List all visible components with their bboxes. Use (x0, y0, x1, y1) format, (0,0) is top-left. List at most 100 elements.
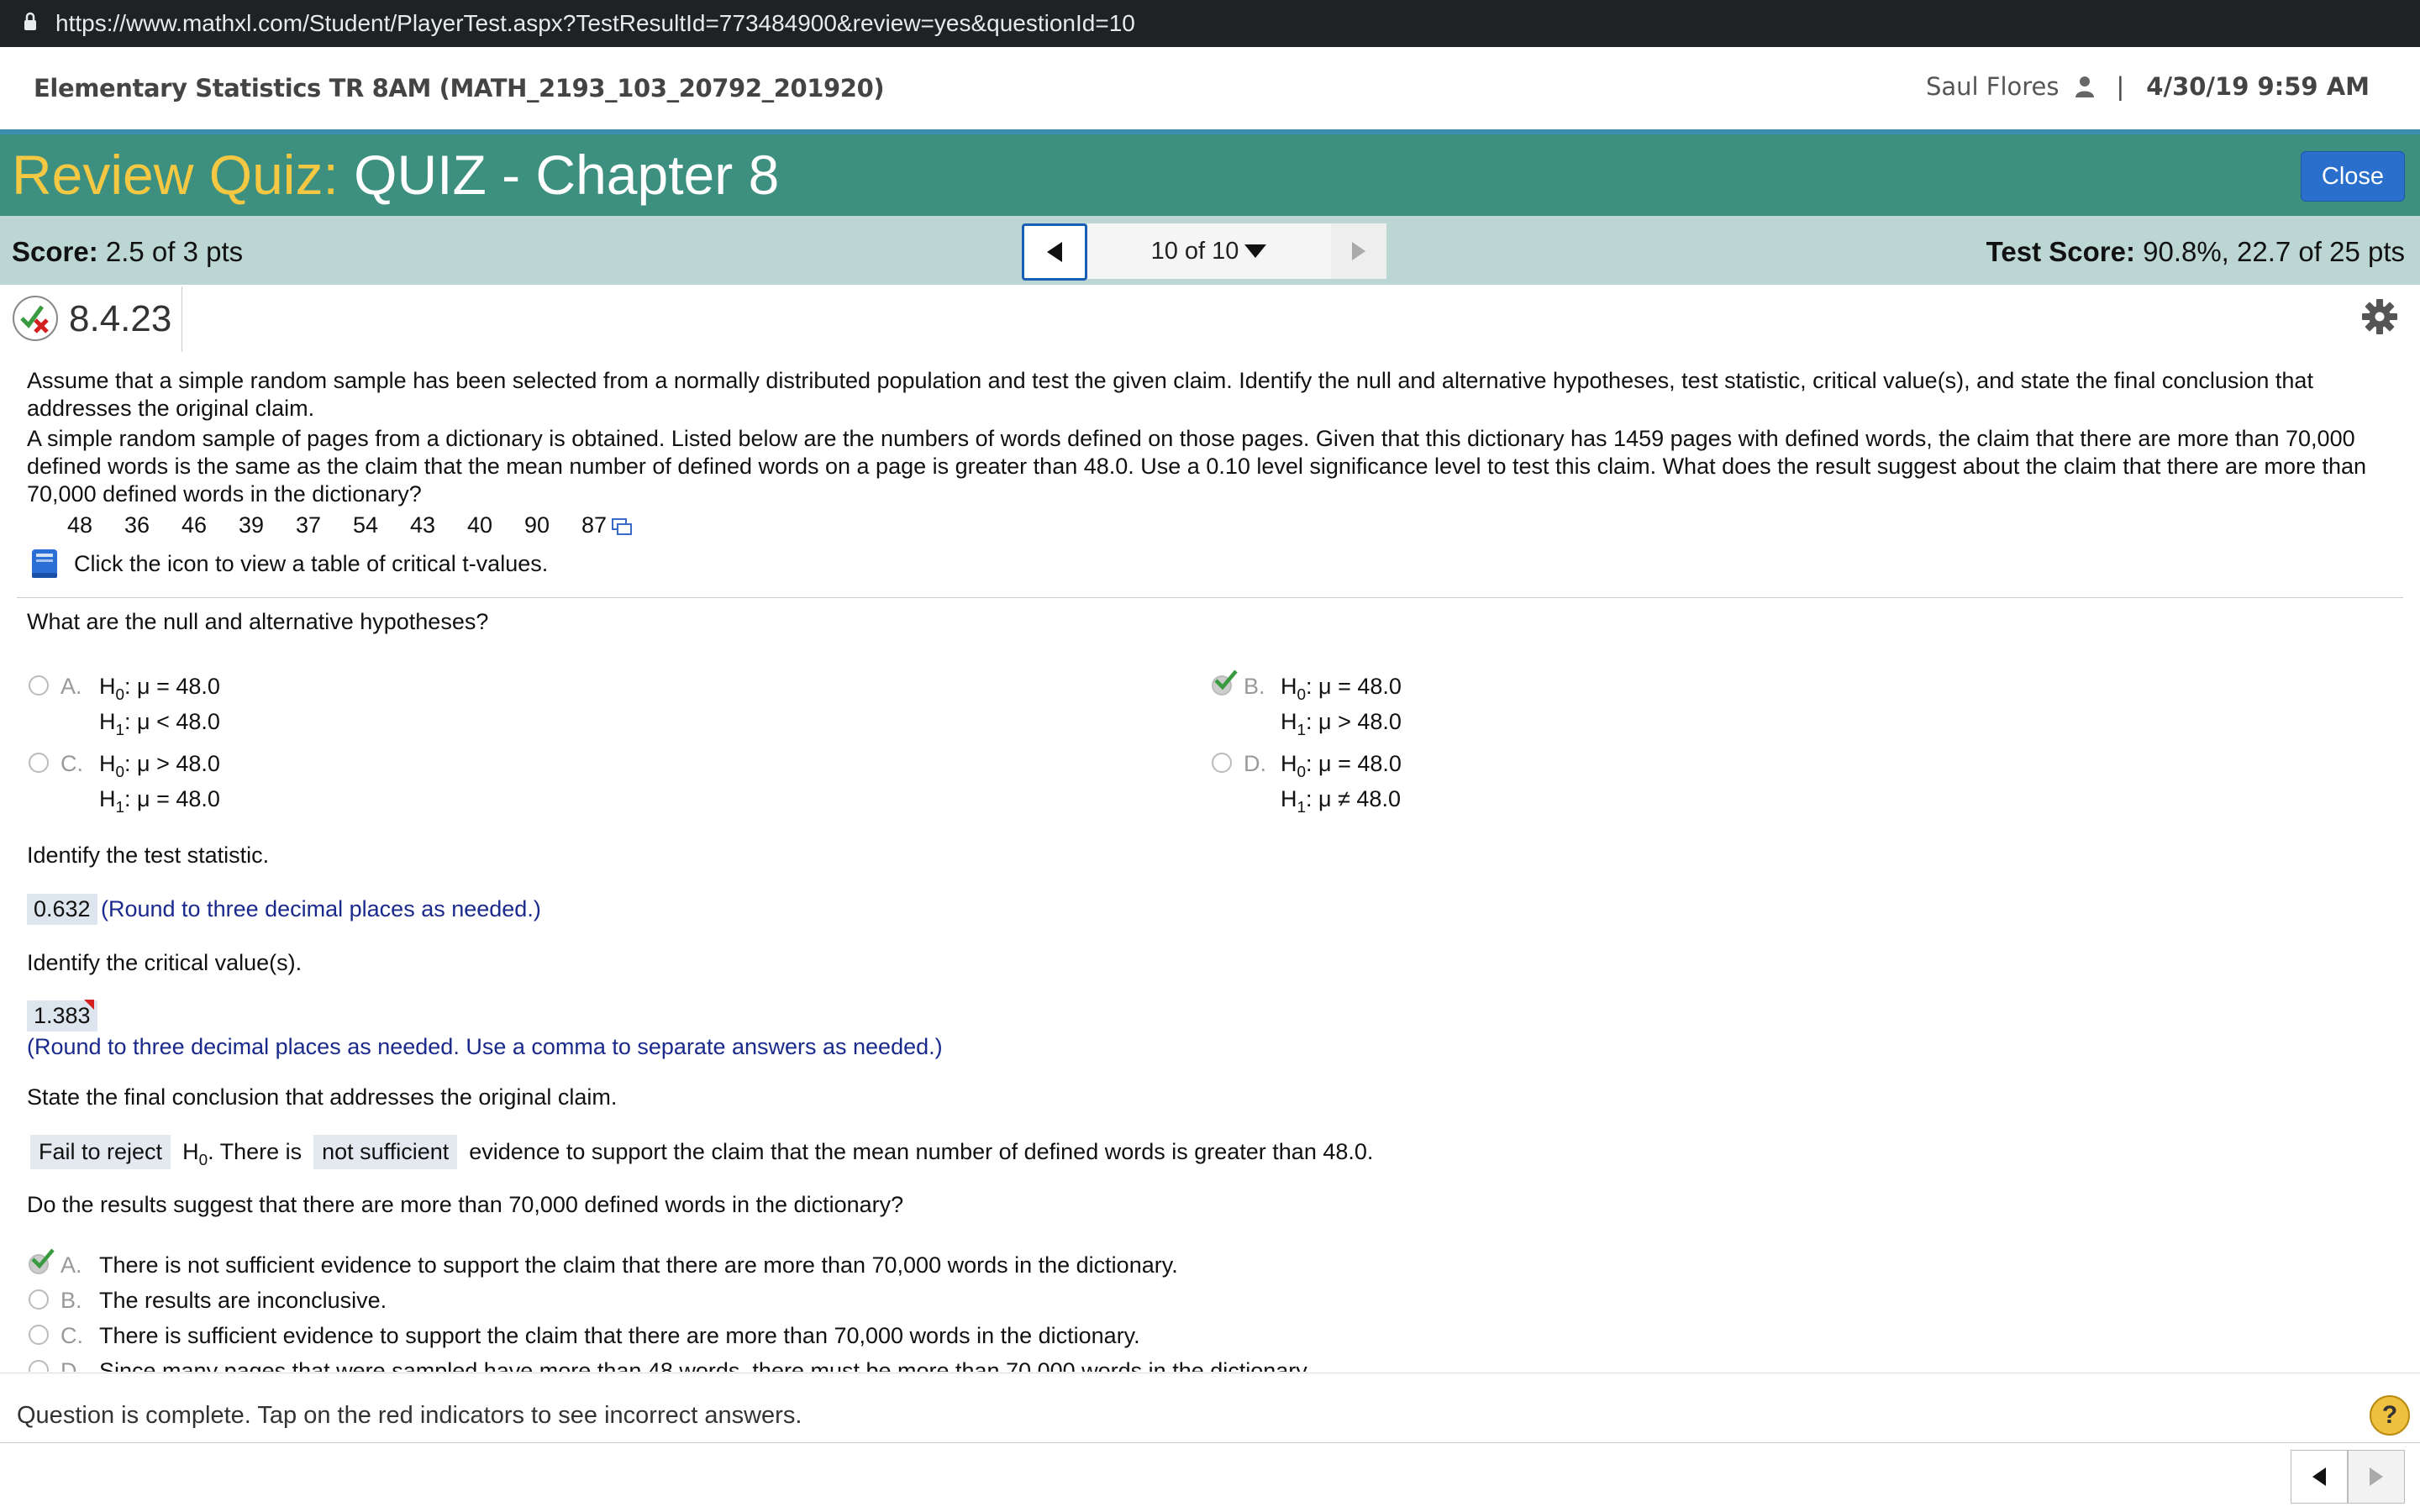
chevron-left-icon (2312, 1467, 2326, 1486)
quiz-prefix: Review Quiz: (12, 144, 339, 206)
suggest-option-b-text: The results are inconclusive. (99, 1288, 387, 1313)
test-score-value: 90.8%, 22.7 of 25 pts (2143, 236, 2405, 267)
user-icon (2075, 76, 2094, 97)
data-value: 87 (581, 512, 608, 538)
option-b-letter: B. (1244, 674, 1265, 699)
option-b-h1-text: μ > 48.0 (1318, 709, 1402, 734)
completion-message: Question is complete. Tap on the red ind… (17, 1402, 802, 1429)
url-text[interactable]: https://www.mathxl.com/Student/PlayerTes… (55, 10, 1135, 37)
dictionary-prompt: Do the results suggest that there are mo… (27, 1192, 904, 1217)
suggest-option-c-text: There is sufficient evidence to support … (99, 1323, 1140, 1348)
data-values: 48 36 46 39 37 54 43 40 90 87 (67, 512, 632, 539)
critical-values-link-row: Click the icon to view a table of critic… (29, 547, 548, 580)
data-value: 39 (239, 512, 265, 538)
test-statistic-hint: (Round to three decimal places as needed… (101, 896, 541, 921)
conclusion-prompt: State the final conclusion that addresse… (27, 1084, 618, 1110)
option-a-radio[interactable] (29, 675, 49, 696)
option-a-h0: H0: μ = 48.0 (99, 674, 220, 704)
option-d-h1: H1: μ ≠ 48.0 (1281, 786, 1401, 816)
conclusion-h0: H0 (182, 1139, 208, 1169)
gear-icon[interactable] (2361, 298, 2398, 335)
partial-credit-icon (13, 296, 58, 341)
test-statistic-prompt: Identify the test statistic. (27, 843, 270, 868)
correct-check-icon (1214, 669, 1238, 690)
question-id-row: 8.4.23 (0, 285, 2420, 355)
suggest-option-c-radio[interactable] (29, 1325, 49, 1345)
correct-check-icon (31, 1248, 55, 1269)
suggest-option-b-letter: B. (60, 1288, 82, 1313)
option-c-h1: H1: μ = 48.0 (99, 786, 220, 816)
section-divider (17, 597, 2403, 598)
conclusion-text-1: . There is (208, 1139, 302, 1164)
option-a-h1: H1: μ < 48.0 (99, 709, 220, 739)
suggest-option-a-text: There is not sufficient evidence to supp… (99, 1252, 1178, 1278)
score-band: Score: 2.5 of 3 pts 10 of 10 Test Score:… (0, 216, 2420, 285)
conclusion-text-2: evidence to support the claim that the m… (469, 1139, 1374, 1164)
question-content: Assume that a simple random sample has b… (0, 355, 2420, 1372)
header-datetime: 4/30/19 9:59 AM (2146, 72, 2370, 101)
header-separator: | (2116, 72, 2125, 101)
conclusion-h0-letter: H (182, 1139, 199, 1164)
critical-values-link-text[interactable]: Click the icon to view a table of critic… (74, 550, 548, 578)
suggest-option-b-radio[interactable] (29, 1289, 49, 1310)
data-value: 36 (124, 512, 150, 538)
option-c-radio[interactable] (29, 753, 49, 773)
option-a-letter: A. (60, 674, 82, 699)
next-question-button[interactable] (1331, 223, 1386, 279)
option-d-radio[interactable] (1212, 753, 1232, 773)
question-position: 10 of 10 (1150, 237, 1239, 265)
browser-url-bar[interactable]: https://www.mathxl.com/Student/PlayerTes… (0, 0, 2420, 47)
close-button[interactable]: Close (2301, 151, 2405, 202)
previous-question-button[interactable] (1022, 223, 1087, 281)
copy-data-icon[interactable] (612, 518, 632, 537)
data-value: 43 (410, 512, 436, 538)
bottom-navigator (2291, 1450, 2405, 1504)
test-score: Test Score: 90.8%, 22.7 of 25 pts (1986, 236, 2405, 268)
bottom-next-button[interactable] (2348, 1450, 2405, 1504)
question-intro: Assume that a simple random sample has b… (27, 368, 2313, 421)
suggest-option-c-letter: C. (60, 1323, 83, 1348)
option-c-h1-text: μ = 48.0 (137, 786, 220, 811)
chevron-left-icon (1047, 242, 1062, 262)
course-header: Elementary Statistics TR 8AM (MATH_2193_… (0, 47, 2420, 134)
course-title: Elementary Statistics TR 8AM (MATH_2193_… (34, 74, 885, 102)
quiz-heading: Review Quiz: QUIZ - Chapter 8 (12, 143, 779, 207)
bottom-previous-button[interactable] (2291, 1450, 2348, 1504)
conclusion-evidence-answer[interactable]: not sufficient (313, 1135, 458, 1169)
option-b-h0-text: μ = 48.0 (1318, 674, 1402, 699)
incorrect-indicator-icon[interactable] (84, 1000, 94, 1010)
conclusion-sentence: Fail to reject H0 . There is not suffici… (30, 1135, 1373, 1169)
hypotheses-prompt: What are the null and alternative hypoth… (27, 609, 489, 634)
suggest-option-d-letter: D. (60, 1358, 83, 1372)
help-button[interactable]: ? (2370, 1395, 2410, 1436)
suggest-option-d-radio[interactable] (29, 1360, 49, 1372)
caret-down-icon (1244, 244, 1267, 258)
test-statistic-answer[interactable]: 0.632 (27, 894, 97, 925)
question-id-box: 8.4.23 (0, 286, 182, 352)
critical-value-hint: (Round to three decimal places as needed… (27, 1034, 943, 1059)
question-body: A simple random sample of pages from a d… (27, 426, 2367, 507)
question-selector[interactable]: 10 of 10 (1087, 223, 1331, 279)
data-value: 46 (182, 512, 208, 538)
chevron-right-icon (2370, 1467, 2383, 1486)
question-id: 8.4.23 (69, 298, 172, 339)
critical-value-prompt: Identify the critical value(s). (27, 950, 302, 975)
quiz-title-band: Review Quiz: QUIZ - Chapter 8 Close (0, 134, 2420, 216)
option-c-h0-text: μ > 48.0 (137, 751, 220, 776)
conclusion-decision-answer[interactable]: Fail to reject (30, 1135, 171, 1169)
option-d-h0-text: μ = 48.0 (1318, 751, 1402, 776)
option-c-letter: C. (60, 751, 83, 776)
option-c-h0: H0: μ > 48.0 (99, 751, 220, 781)
option-b-h1: H1: μ > 48.0 (1281, 709, 1402, 739)
user-name[interactable]: Saul Flores (1926, 72, 2060, 101)
data-value: 40 (467, 512, 493, 538)
suggest-option-a-letter: A. (60, 1252, 82, 1278)
data-value: 90 (524, 512, 550, 538)
option-b-h0: H0: μ = 48.0 (1281, 674, 1402, 704)
data-value: 54 (353, 512, 379, 538)
option-d-h1-text: μ ≠ 48.0 (1318, 786, 1401, 811)
book-icon[interactable] (29, 547, 62, 580)
lock-icon (24, 12, 36, 30)
user-info: Saul Flores | 4/30/19 9:59 AM (1926, 72, 2370, 101)
data-value: 37 (296, 512, 322, 538)
